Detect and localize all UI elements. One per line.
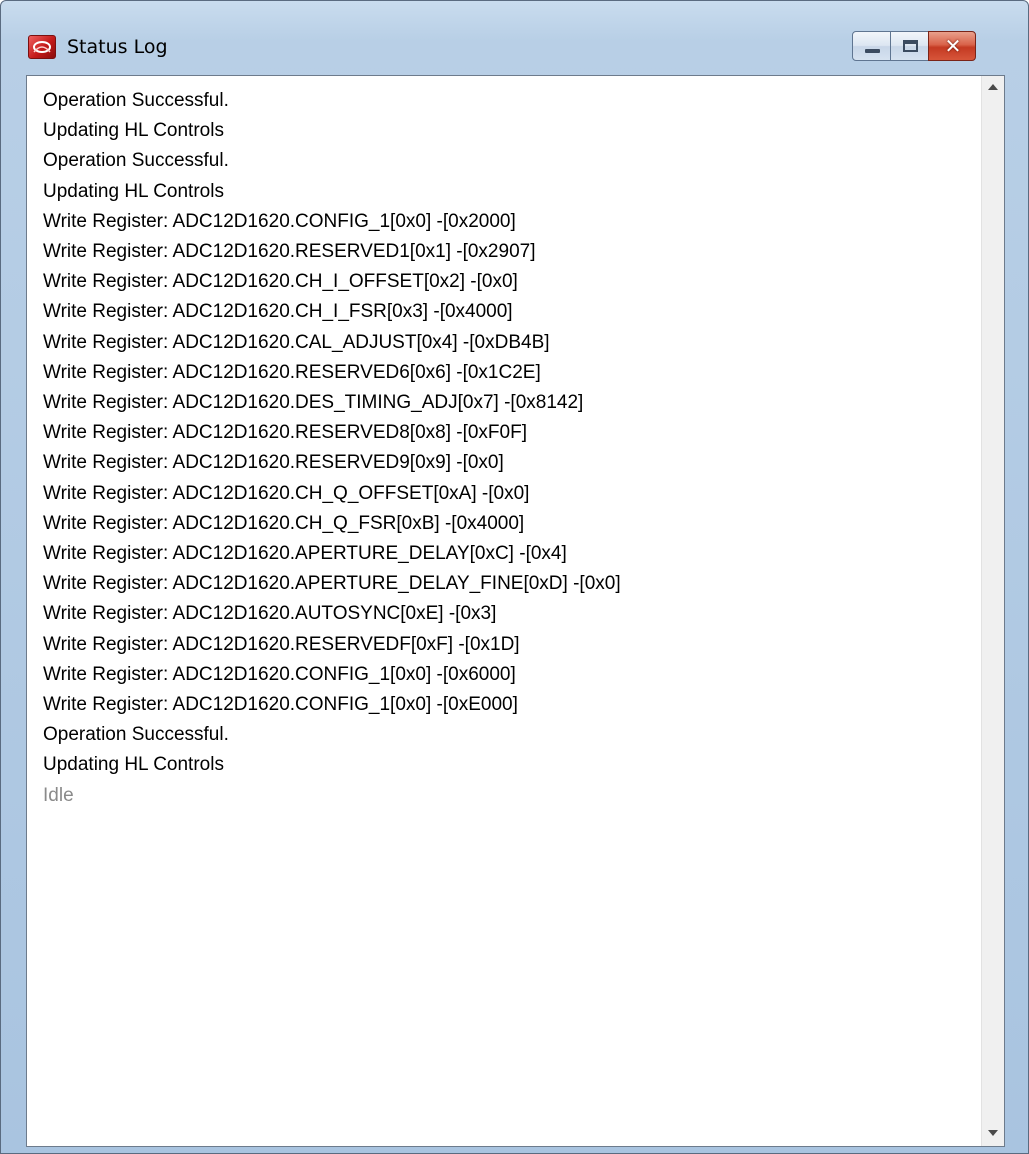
log-line: Write Register: ADC12D1620.RESERVED9[0x9… [43, 452, 504, 474]
scroll-down-button[interactable] [982, 1122, 1004, 1146]
log-line: Write Register: ADC12D1620.CH_Q_OFFSET[0… [43, 482, 530, 504]
log-line: Write Register: ADC12D1620.CONFIG_1[0x0]… [43, 210, 516, 232]
scroll-up-arrow-icon [988, 84, 998, 90]
title-bar[interactable]: Status Log ✕ [1, 1, 1028, 75]
log-line: Write Register: ADC12D1620.CH_I_FSR[0x3]… [43, 301, 513, 323]
log-line: Write Register: ADC12D1620.CAL_ADJUST[0x… [43, 331, 550, 353]
close-icon: ✕ [944, 34, 962, 58]
log-line: Write Register: ADC12D1620.RESERVED8[0x8… [43, 422, 527, 444]
close-button[interactable]: ✕ [928, 31, 976, 61]
log-line: Write Register: ADC12D1620.DES_TIMING_AD… [43, 392, 584, 414]
log-line: Write Register: ADC12D1620.RESERVEDF[0xF… [43, 633, 520, 655]
log-line: Write Register: ADC12D1620.RESERVED1[0x1… [43, 241, 536, 263]
status-line: Idle [43, 784, 74, 806]
log-line: Write Register: ADC12D1620.APERTURE_DELA… [43, 543, 567, 565]
log-line: Operation Successful. [43, 90, 229, 111]
log-list[interactable]: Operation Successful. Updating HL Contro… [43, 86, 963, 1136]
vertical-scrollbar[interactable] [981, 76, 1004, 1146]
scroll-up-button[interactable] [982, 76, 1004, 100]
log-line: Updating HL Controls [43, 180, 224, 202]
log-line: Updating HL Controls [43, 120, 224, 142]
window-title: Status Log [67, 36, 168, 58]
app-logo-icon [28, 35, 56, 59]
minimize-icon [865, 49, 880, 53]
log-line: Write Register: ADC12D1620.CH_I_OFFSET[0… [43, 271, 518, 293]
log-panel: Operation Successful. Updating HL Contro… [26, 75, 1005, 1147]
scroll-track[interactable] [982, 100, 1004, 1122]
log-line: Operation Successful. [43, 150, 229, 172]
log-line: Write Register: ADC12D1620.CH_Q_FSR[0xB]… [43, 512, 525, 534]
scroll-down-arrow-icon [988, 1130, 998, 1136]
log-line: Write Register: ADC12D1620.CONFIG_1[0x0]… [43, 663, 516, 685]
log-line: Write Register: ADC12D1620.APERTURE_DELA… [43, 573, 621, 595]
log-line: Updating HL Controls [43, 754, 224, 776]
maximize-button[interactable] [890, 31, 929, 61]
log-line: Operation Successful. [43, 724, 229, 746]
log-line: Write Register: ADC12D1620.CONFIG_1[0x0]… [43, 694, 518, 716]
log-line: Write Register: ADC12D1620.AUTOSYNC[0xE]… [43, 603, 497, 625]
log-line: Write Register: ADC12D1620.RESERVED6[0x6… [43, 361, 541, 383]
minimize-button[interactable] [852, 31, 891, 61]
status-log-window: Status Log ✕ Operation Successful. Updat… [0, 0, 1029, 1154]
maximize-icon [903, 40, 918, 52]
